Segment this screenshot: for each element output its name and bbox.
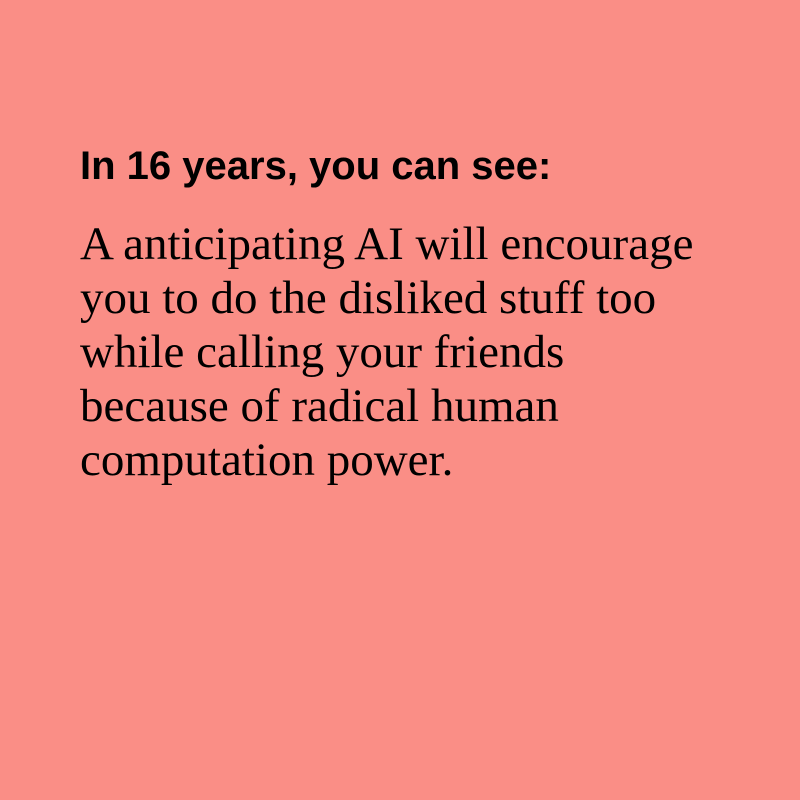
card-body-text: A anticipating AI will encourage you to … — [80, 218, 694, 486]
card-heading: In 16 years, you can see: — [80, 144, 552, 188]
quote-card: In 16 years, you can see: A anticipating… — [0, 0, 800, 800]
